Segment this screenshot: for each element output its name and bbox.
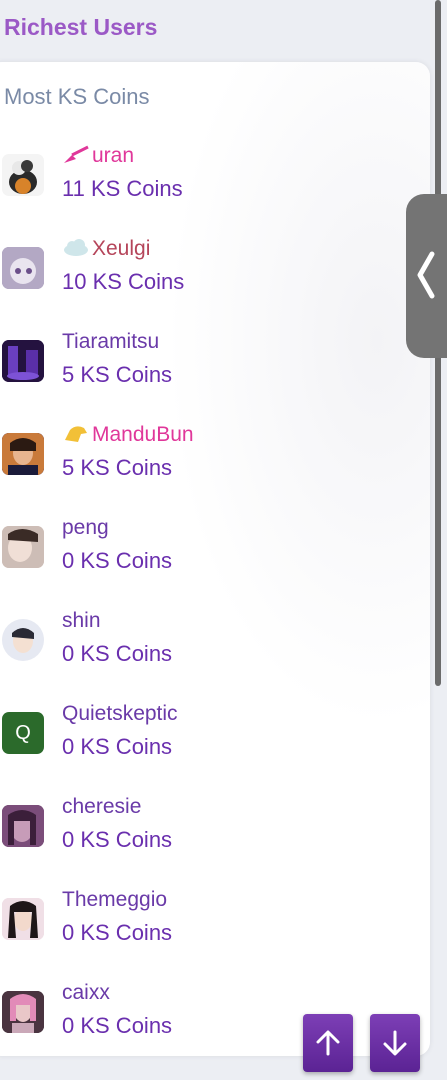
user-row[interactable]: shin 0 KS Coins bbox=[2, 609, 422, 689]
avatar[interactable] bbox=[2, 340, 44, 382]
username[interactable]: ManduBun bbox=[62, 423, 194, 450]
coins-value: 10 KS Coins bbox=[62, 269, 185, 294]
user-row[interactable]: Xeulgi 10 KS Coins bbox=[2, 237, 422, 317]
user-row[interactable]: uran 11 KS Coins bbox=[2, 144, 422, 224]
username[interactable]: shin bbox=[62, 609, 101, 633]
user-row[interactable]: cheresie 0 KS Coins bbox=[2, 795, 422, 875]
coins-value: 5 KS Coins bbox=[62, 455, 173, 480]
user-row[interactable]: peng 0 KS Coins bbox=[2, 516, 422, 596]
avatar[interactable] bbox=[2, 247, 44, 289]
scroll-up-button[interactable] bbox=[303, 1014, 353, 1072]
scroll-down-button[interactable] bbox=[370, 1014, 420, 1072]
avatar-letter: Q bbox=[15, 721, 31, 744]
broom-icon bbox=[62, 145, 90, 171]
username[interactable]: cheresie bbox=[62, 795, 141, 819]
avatar[interactable] bbox=[2, 526, 44, 568]
avatar[interactable] bbox=[2, 154, 44, 196]
coins-value: 0 KS Coins bbox=[62, 548, 173, 573]
user-row[interactable]: Themeggio 0 KS Coins bbox=[2, 888, 422, 968]
avatar[interactable] bbox=[2, 991, 44, 1033]
horse-icon bbox=[62, 424, 90, 450]
user-row[interactable]: caixx 0 KS Coins bbox=[2, 981, 422, 1061]
username[interactable]: peng bbox=[62, 516, 109, 540]
user-row[interactable]: ManduBun 5 KS Coins bbox=[2, 423, 422, 503]
arrow-up-icon bbox=[316, 1030, 340, 1056]
avatar[interactable] bbox=[2, 619, 44, 661]
chevron-left-icon bbox=[417, 251, 435, 299]
username[interactable]: uran bbox=[62, 144, 134, 171]
cloud-icon bbox=[62, 238, 90, 264]
username[interactable]: Themeggio bbox=[62, 888, 167, 912]
coins-value: 0 KS Coins bbox=[62, 1013, 173, 1038]
avatar[interactable] bbox=[2, 898, 44, 940]
page-title: Richest Users bbox=[4, 14, 158, 40]
avatar[interactable] bbox=[2, 433, 44, 475]
avatar[interactable] bbox=[2, 805, 44, 847]
username[interactable]: Quietskeptic bbox=[62, 702, 178, 726]
user-row[interactable]: Q Quietskeptic 0 KS Coins bbox=[2, 702, 422, 782]
coins-value: 0 KS Coins bbox=[62, 734, 173, 759]
user-row[interactable]: Tiaramitsu 5 KS Coins bbox=[2, 330, 422, 410]
username[interactable]: caixx bbox=[62, 981, 110, 1005]
coins-value: 0 KS Coins bbox=[62, 827, 173, 852]
avatar[interactable]: Q bbox=[2, 712, 44, 754]
card-title: Most KS Coins bbox=[4, 84, 150, 109]
richest-users-card: Most KS Coins uran 11 KS Coins Xeulgi 10… bbox=[0, 62, 430, 1056]
username[interactable]: Tiaramitsu bbox=[62, 330, 159, 354]
coins-value: 5 KS Coins bbox=[62, 362, 173, 387]
side-panel-tab[interactable] bbox=[406, 194, 447, 358]
username[interactable]: Xeulgi bbox=[62, 237, 150, 264]
coins-value: 0 KS Coins bbox=[62, 641, 173, 666]
arrow-down-icon bbox=[383, 1030, 407, 1056]
coins-value: 0 KS Coins bbox=[62, 920, 173, 945]
coins-value: 11 KS Coins bbox=[62, 176, 183, 201]
